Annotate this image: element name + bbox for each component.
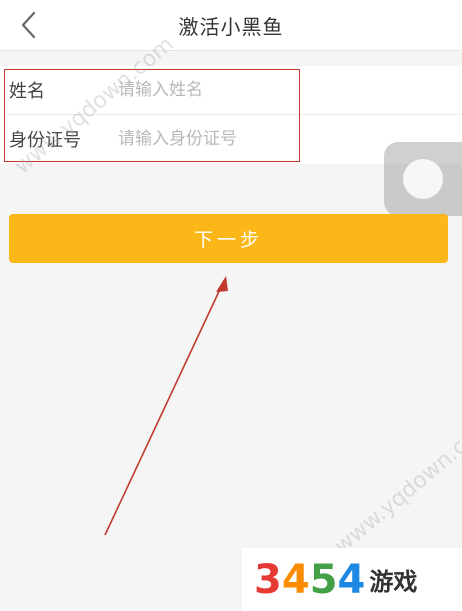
logo-digit: 5	[309, 556, 338, 603]
logo-digit: 4	[281, 556, 310, 603]
name-input[interactable]	[118, 75, 418, 105]
assistive-touch-icon[interactable]	[384, 142, 462, 216]
name-row: 姓名	[0, 66, 462, 114]
watermark-text: www.yqdown.com	[330, 411, 462, 560]
name-label: 姓名	[9, 81, 45, 102]
site-logo: 3 4 5 4 游戏	[242, 548, 462, 611]
nav-bar: 激活小黑鱼	[0, 0, 462, 51]
logo-digit: 4	[337, 556, 366, 603]
page-title: 激活小黑鱼	[178, 15, 284, 39]
logo-text: 游戏	[369, 568, 418, 596]
id-number-input[interactable]	[118, 124, 418, 154]
assistive-touch-inner	[403, 159, 443, 199]
next-step-button[interactable]: 下一步	[9, 214, 448, 263]
logo-digit: 3	[254, 556, 282, 603]
